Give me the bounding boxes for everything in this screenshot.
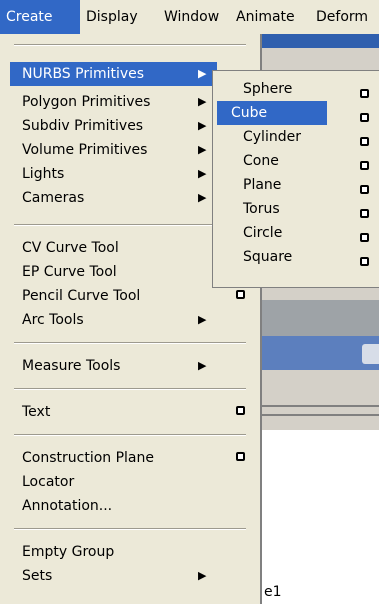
option-box-icon[interactable] <box>360 233 369 242</box>
menu-item-nurbs-primitives[interactable]: NURBS Primitives ▶ <box>10 62 217 86</box>
menu-item-label: EP Curve Tool <box>22 264 117 280</box>
menu-item-label: CV Curve Tool <box>22 240 119 256</box>
background-fragment-text: e1 <box>264 584 282 600</box>
menu-item-construction-plane[interactable]: Construction Plane <box>0 446 260 470</box>
menu-item-label: Subdiv Primitives <box>22 118 144 134</box>
option-box-icon[interactable] <box>360 161 369 170</box>
menu-item-label: NURBS Primitives <box>22 66 145 82</box>
menu-item-label: Annotation... <box>22 498 113 514</box>
option-box-icon[interactable] <box>360 209 369 218</box>
menu-separator <box>14 434 246 436</box>
menubar: Create Display Window Animate Deform <box>0 0 379 34</box>
menu-separator <box>14 342 246 344</box>
menu-item-label: Polygon Primitives <box>22 94 151 110</box>
menu-item-text[interactable]: Text <box>0 400 260 424</box>
option-box-icon[interactable] <box>360 89 369 98</box>
submenu-item-plane[interactable]: Plane <box>217 173 379 197</box>
submenu-arrow-icon: ▶ <box>198 143 207 156</box>
submenu-arrow-icon: ▶ <box>198 167 207 180</box>
menu-display[interactable]: Display <box>86 0 138 34</box>
submenu-item-square[interactable]: Square <box>217 245 379 269</box>
menu-separator <box>14 528 246 530</box>
option-box-icon[interactable] <box>236 452 245 461</box>
option-box-icon[interactable] <box>360 137 369 146</box>
background-divider <box>262 414 379 416</box>
menu-window[interactable]: Window <box>164 0 219 34</box>
menu-animate[interactable]: Animate <box>236 0 295 34</box>
background-viewport-strip <box>262 300 379 336</box>
menu-item-annotation[interactable]: Annotation... <box>0 494 260 518</box>
submenu-arrow-icon: ▶ <box>198 67 207 80</box>
submenu-arrow-icon: ▶ <box>198 313 207 326</box>
menu-item-label: Lights <box>22 166 65 182</box>
menu-item-label: Sets <box>22 568 53 584</box>
nurbs-primitives-submenu: Sphere Cube Cylinder Cone Plane Torus Ci… <box>212 70 379 288</box>
background-title-strip <box>262 34 379 48</box>
submenu-arrow-icon: ▶ <box>198 569 207 582</box>
submenu-item-torus[interactable]: Torus <box>217 197 379 221</box>
background-panel-content <box>262 430 379 604</box>
menu-separator <box>14 388 246 390</box>
menu-item-label: Volume Primitives <box>22 142 148 158</box>
menu-item-arc-tools[interactable]: Arc Tools ▶ <box>0 308 260 332</box>
option-box-icon[interactable] <box>236 406 245 415</box>
submenu-item-cube[interactable]: Cube <box>217 101 327 125</box>
submenu-item-circle[interactable]: Circle <box>217 221 379 245</box>
option-box-icon[interactable] <box>360 185 369 194</box>
menu-deform[interactable]: Deform <box>316 0 368 34</box>
menu-item-label: Cameras <box>22 190 85 206</box>
menu-item-locator[interactable]: Locator <box>0 470 260 494</box>
submenu-arrow-icon: ▶ <box>198 359 207 372</box>
menu-item-label: Text <box>22 404 51 420</box>
background-divider <box>262 405 379 407</box>
option-box-icon[interactable] <box>360 257 369 266</box>
menu-item-label: Empty Group <box>22 544 115 560</box>
background-minimize-button[interactable] <box>362 344 379 364</box>
submenu-item-sphere[interactable]: Sphere <box>217 77 379 101</box>
menu-item-label: Measure Tools <box>22 358 121 374</box>
menu-item-sets[interactable]: Sets ▶ <box>0 564 260 588</box>
submenu-item-cone[interactable]: Cone <box>217 149 379 173</box>
submenu-arrow-icon: ▶ <box>198 191 207 204</box>
option-box-icon[interactable] <box>360 113 369 122</box>
submenu-arrow-icon: ▶ <box>198 95 207 108</box>
menu-create[interactable]: Create <box>0 0 80 34</box>
menu-item-label: Arc Tools <box>22 312 84 328</box>
menu-item-label: Pencil Curve Tool <box>22 288 141 304</box>
menu-item-label: Locator <box>22 474 75 490</box>
option-box-icon[interactable] <box>236 290 245 299</box>
menu-item-empty-group[interactable]: Empty Group <box>0 540 260 564</box>
menu-separator <box>14 44 246 46</box>
submenu-arrow-icon: ▶ <box>198 119 207 132</box>
submenu-item-cylinder[interactable]: Cylinder <box>217 125 379 149</box>
menu-item-label: Construction Plane <box>22 450 154 466</box>
menu-item-measure-tools[interactable]: Measure Tools ▶ <box>0 354 260 378</box>
